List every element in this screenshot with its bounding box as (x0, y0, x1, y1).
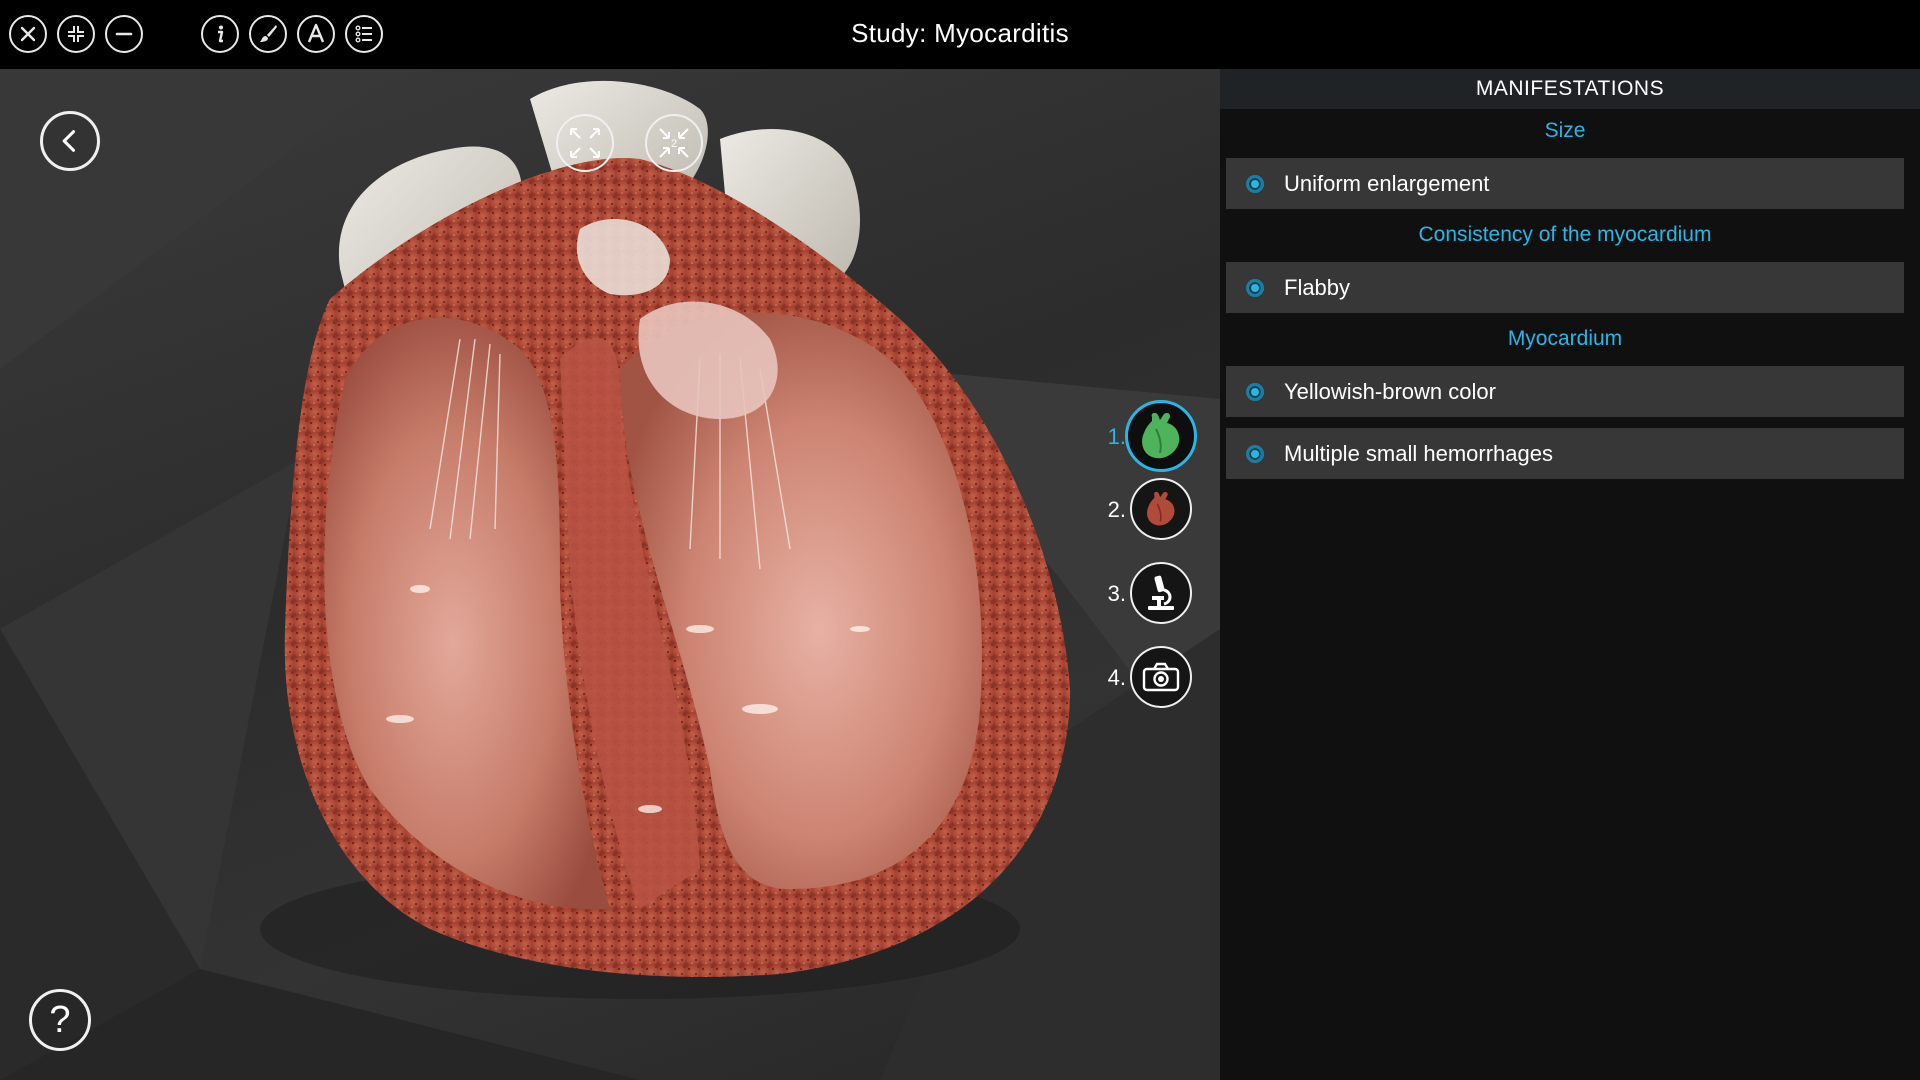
manifestation-label: Yellowish-brown color (1284, 378, 1496, 404)
compress-view-button[interactable]: 2 (645, 114, 703, 172)
section-title-consistency: Consistency of the myocardium (1418, 223, 1712, 246)
compress-arrows-icon: 2 (659, 128, 689, 158)
heart-model-render[interactable] (0, 69, 1220, 1080)
step-number: 4. (1107, 665, 1126, 690)
help-button[interactable]: ? (29, 989, 91, 1051)
bullet-icon (1246, 444, 1264, 463)
bullet-icon (1246, 278, 1264, 297)
manifestation-item[interactable]: Flabby (1226, 262, 1904, 313)
expand-arrows-icon (570, 128, 600, 158)
section-title-myocardium: Myocardium (1507, 327, 1623, 350)
help-icon: ? (49, 999, 71, 1041)
manifestation-label: Uniform enlargement (1284, 170, 1490, 196)
manifestation-item[interactable]: Multiple small hemorrhages (1226, 428, 1904, 479)
step-number: 1. (1107, 424, 1126, 449)
manifestations-panel: MANIFESTATIONS Size Uniform enlargement … (1220, 69, 1920, 1080)
manifestation-label: Flabby (1284, 274, 1351, 300)
bullet-icon (1246, 382, 1264, 401)
chevron-left-icon (62, 130, 76, 152)
manifestation-item[interactable]: Uniform enlargement (1226, 158, 1904, 209)
heart-red-icon (1147, 491, 1175, 526)
manifestation-label: Multiple small hemorrhages (1284, 440, 1553, 466)
microscope-icon (1148, 575, 1174, 610)
step-2[interactable]: 2. (1070, 475, 1220, 545)
step-number: 2. (1107, 497, 1126, 522)
manifestation-item[interactable]: Yellowish-brown color (1226, 366, 1904, 417)
step-3-button[interactable] (1130, 562, 1192, 624)
step-1-button[interactable] (1125, 400, 1197, 472)
back-button[interactable] (40, 111, 100, 171)
step-3[interactable]: 3. (1070, 559, 1220, 629)
camera-icon (1142, 662, 1180, 692)
heart-green-icon (1142, 412, 1180, 459)
view-badge: 2 (671, 138, 677, 150)
3d-viewport[interactable]: 2 1. 2. 3. 4. ? (0, 69, 1220, 1080)
top-bar: Study: Myocarditis (0, 0, 1920, 69)
step-4-button[interactable] (1130, 646, 1192, 708)
bullet-icon (1246, 174, 1264, 193)
panel-header: MANIFESTATIONS (1220, 69, 1920, 109)
expand-view-button[interactable] (556, 114, 614, 172)
step-4[interactable]: 4. (1070, 643, 1220, 713)
step-1[interactable]: 1. (1070, 400, 1220, 472)
step-2-button[interactable] (1130, 478, 1192, 540)
section-title-size: Size (1544, 119, 1586, 142)
step-number: 3. (1107, 581, 1126, 606)
window-title: Study: Myocarditis (851, 18, 1069, 48)
